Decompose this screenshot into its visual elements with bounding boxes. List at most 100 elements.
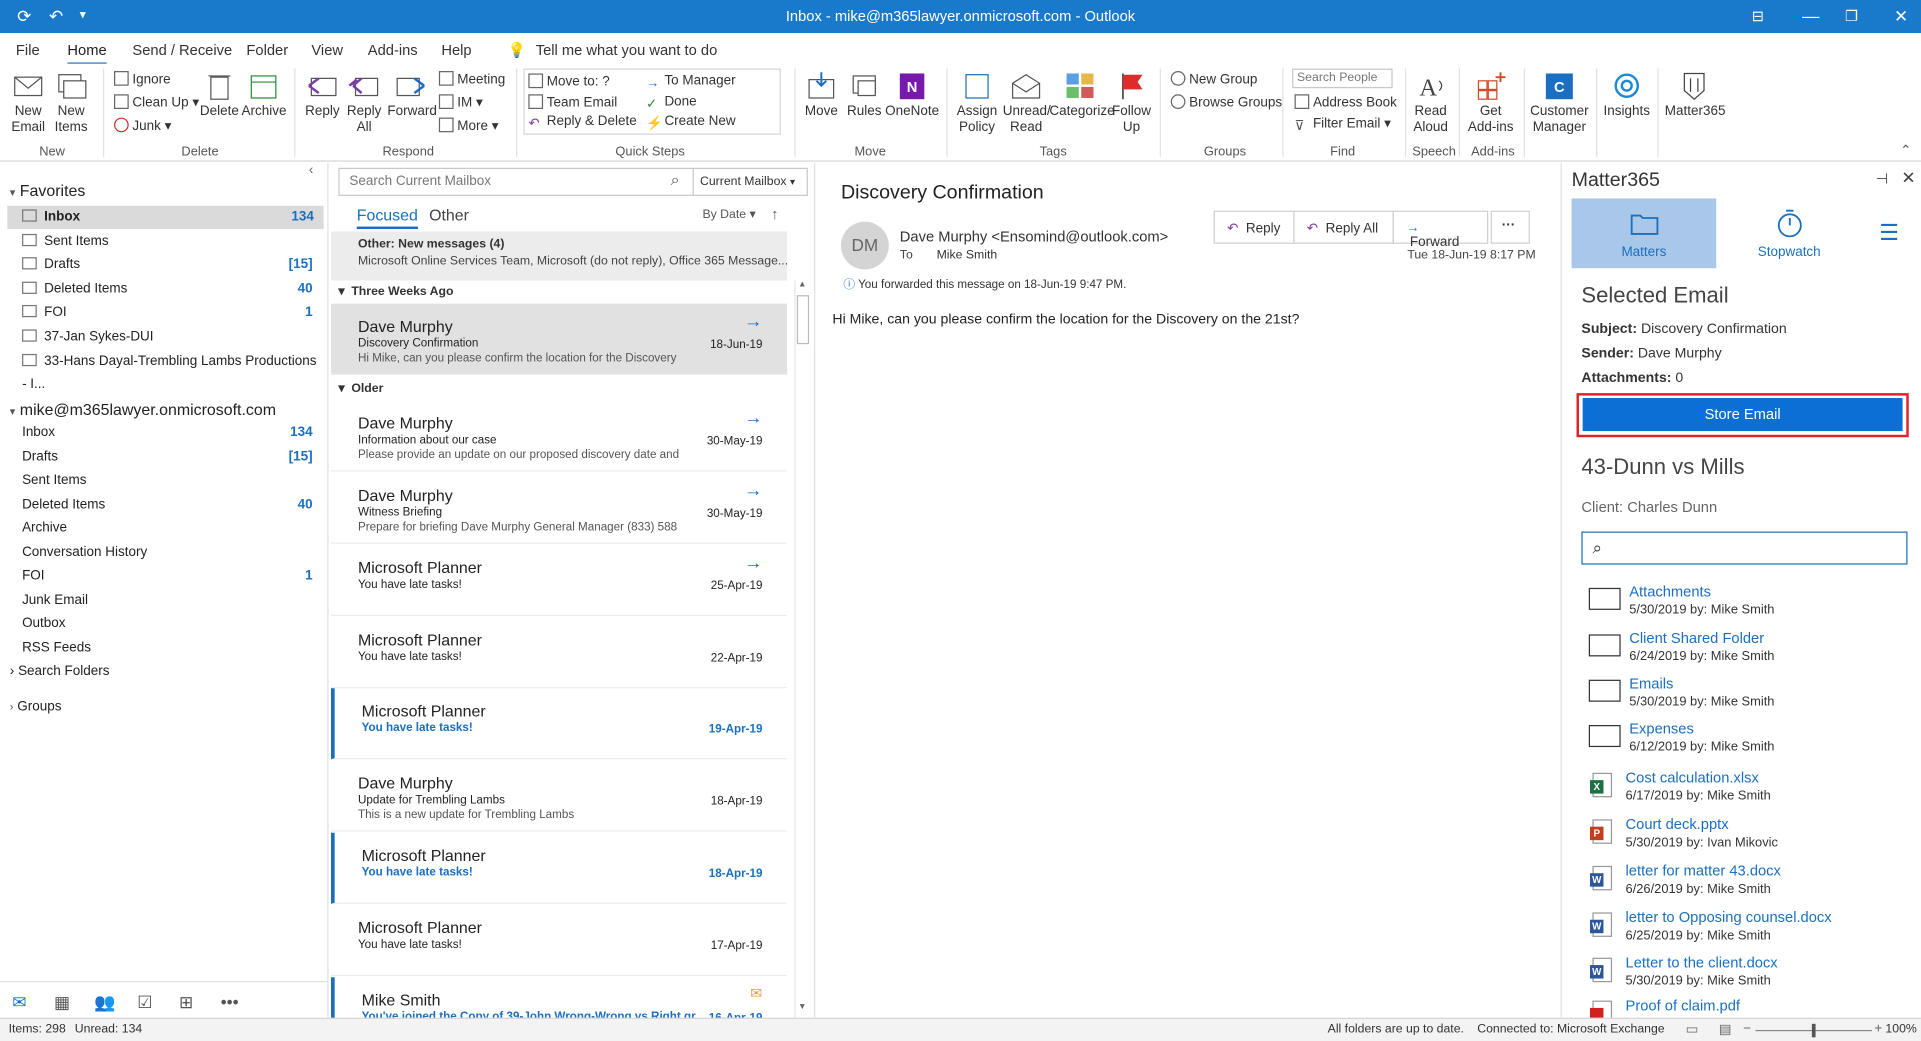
reply-all-button[interactable]: Reply All <box>346 71 383 136</box>
categorize-button[interactable]: Categorize <box>1049 71 1115 120</box>
favorite-item[interactable]: FOI 1 <box>22 302 322 325</box>
message-item[interactable]: Dave Murphy Discovery Confirmation Hi Mike… <box>330 303 788 375</box>
message-item[interactable]: Dave Murphy Update for Trembling Lambs Thi… <box>330 761 788 832</box>
folder-item[interactable]: Sent Items <box>22 469 322 492</box>
new-group-button[interactable]: New Group <box>1170 71 1257 88</box>
tab-addins[interactable]: Add-ins <box>368 42 418 59</box>
folder-item[interactable]: Conversation History <box>22 541 322 564</box>
folder-item[interactable]: Outbox <box>22 612 322 635</box>
favorite-item[interactable]: 33-Hans Dayal-Trembling Lambs Production… <box>22 350 322 391</box>
folder-item[interactable]: Archive <box>22 517 322 540</box>
other-notice[interactable]: Other: New messages (4) Microsoft Online… <box>330 231 788 281</box>
groups-header[interactable]: › Groups <box>10 699 62 714</box>
file-name[interactable]: Attachments <box>1629 583 1711 600</box>
favorite-item[interactable]: Drafts [15] <box>22 254 322 277</box>
tasks-icon[interactable]: ☑ <box>137 992 152 1013</box>
recipient[interactable]: Mike Smith <box>937 249 998 262</box>
group-header-three-weeks[interactable]: ▾ Three Weeks Ago <box>338 285 453 298</box>
folder-item[interactable]: FOI 1 <box>22 565 322 588</box>
ignore-button[interactable]: Ignore <box>114 71 171 88</box>
tab-focused[interactable]: Focused <box>356 206 418 230</box>
quick-step-create-new[interactable]: ⚡ Create New <box>646 114 736 131</box>
close-panel-icon[interactable]: ✕ <box>1901 168 1915 189</box>
new-email-button[interactable]: New Email <box>7 71 49 136</box>
sort-direction-icon[interactable]: ↑ <box>771 206 778 223</box>
tab-file[interactable]: File <box>16 42 40 59</box>
rules-button[interactable]: Rules <box>846 71 883 120</box>
quick-step-team-email[interactable]: Team Email <box>528 94 617 111</box>
sender-address[interactable]: Dave Murphy <Ensomind@outlook.com> <box>900 228 1168 245</box>
quick-step-to-manager[interactable]: → To Manager <box>646 73 736 90</box>
reply-all-button[interactable]: ↶ Reply All <box>1293 210 1394 244</box>
message-item[interactable]: Microsoft Planner You have late tasks! 17-… <box>330 905 788 977</box>
insights-button[interactable]: Insights <box>1601 71 1652 120</box>
file-name[interactable]: Expenses <box>1629 720 1694 737</box>
tab-folder[interactable]: Folder <box>246 42 288 59</box>
filter-email-button[interactable]: ⊽ Filter Email ▾ <box>1295 116 1391 133</box>
favorite-item[interactable]: Deleted Items 40 <box>22 278 322 301</box>
message-item[interactable]: Microsoft Planner You have late tasks! 25-… <box>330 545 788 617</box>
address-book-button[interactable]: Address Book <box>1294 94 1397 111</box>
file-name[interactable]: Emails <box>1629 675 1673 692</box>
onenote-button[interactable]: N OneNote <box>885 71 939 120</box>
matter365-button[interactable]: Matter365 <box>1665 71 1725 120</box>
forward-button[interactable]: Forward <box>387 71 437 120</box>
favorite-item[interactable]: 37-Jan Sykes-DUI <box>22 326 322 349</box>
tab-stopwatch[interactable]: Stopwatch <box>1716 198 1862 268</box>
folder-item[interactable]: Junk Email <box>22 588 322 611</box>
message-item[interactable]: Dave Murphy Information about our case Ple… <box>330 400 788 472</box>
group-header-older[interactable]: ▾ Older <box>338 382 383 395</box>
favorites-header[interactable]: ▾ Favorites <box>10 181 86 199</box>
favorite-item[interactable]: Sent Items <box>22 230 322 253</box>
pin-icon[interactable]: ⊣ <box>1876 170 1889 187</box>
tab-view[interactable]: View <box>311 42 343 59</box>
search-people-input[interactable]: Search People <box>1292 68 1393 89</box>
junk-button[interactable]: Junk ▾ <box>114 117 171 135</box>
collapse-ribbon-icon[interactable]: ⌃ <box>1900 142 1911 158</box>
zoom-in-icon[interactable]: + <box>1874 1021 1882 1036</box>
list-scrollbar[interactable]: ▲ ▼ <box>794 280 810 1018</box>
tab-send-receive[interactable]: Send / Receive <box>132 42 232 59</box>
folder-item[interactable]: Drafts [15] <box>22 445 322 468</box>
get-addins-button[interactable]: Get Add-ins <box>1466 71 1515 136</box>
maximize-icon[interactable]: ❐ <box>1845 5 1858 27</box>
more-actions-button[interactable]: ··· <box>1490 210 1530 244</box>
zoom-thumb[interactable] <box>1811 1023 1816 1038</box>
avatar[interactable]: DM <box>840 221 889 270</box>
file-name[interactable]: Proof of claim.pdf <box>1626 997 1740 1014</box>
reply-button[interactable]: Reply <box>304 71 341 120</box>
account-header[interactable]: ▾ mike@m365lawyer.onmicrosoft.com <box>10 400 276 418</box>
file-name[interactable]: letter for matter 43.docx <box>1626 862 1781 879</box>
file-name[interactable]: letter to Opposing counsel.docx <box>1626 909 1832 926</box>
delete-button[interactable]: Delete <box>200 71 239 120</box>
tab-home[interactable]: Home <box>67 42 107 65</box>
store-email-button[interactable]: Store Email <box>1582 398 1903 432</box>
folder-item[interactable]: Deleted Items 40 <box>22 493 322 516</box>
scroll-up-icon[interactable]: ▲ <box>798 280 807 289</box>
folder-item[interactable]: › Search Folders <box>10 660 310 683</box>
folder-item[interactable]: RSS Feeds <box>22 636 322 659</box>
assign-policy-button[interactable]: Assign Policy <box>954 71 1001 136</box>
matter-search-input[interactable]: ⌕ <box>1581 531 1908 565</box>
hamburger-menu-icon[interactable]: ☰ <box>1879 220 1899 246</box>
read-aloud-button[interactable]: A Read Aloud <box>1410 71 1452 136</box>
clean-up-button[interactable]: Clean Up ▾ <box>114 94 199 111</box>
mail-icon[interactable]: ✉ <box>12 992 26 1013</box>
move-button[interactable]: Move <box>803 71 840 120</box>
people-icon[interactable]: 👥 <box>94 992 115 1013</box>
calendar-icon[interactable]: ▦ <box>54 992 70 1013</box>
ribbon-display-icon[interactable]: ⊟ <box>1752 5 1764 27</box>
file-name[interactable]: Court deck.pptx <box>1626 816 1729 833</box>
search-scope-dropdown[interactable]: Current Mailbox ▾ <box>693 167 808 196</box>
more-respond-button[interactable]: More ▾ <box>438 117 499 135</box>
message-item[interactable]: Dave Murphy Witness Briefing Prepare for b… <box>330 473 788 544</box>
close-icon[interactable]: ✕ <box>1894 5 1908 27</box>
minimize-icon[interactable]: — <box>1802 5 1819 27</box>
message-item[interactable]: Microsoft Planner You have late tasks! 19-… <box>330 688 788 760</box>
scroll-down-icon[interactable]: ▼ <box>798 1003 807 1012</box>
addins-nav-icon[interactable]: ⊞ <box>179 992 193 1013</box>
quick-step-reply-delete[interactable]: ↶ Reply & Delete <box>528 114 636 131</box>
unread-read-button[interactable]: Unread/ Read <box>1003 71 1051 136</box>
search-icon[interactable]: ⌕ <box>671 170 680 190</box>
message-item[interactable]: Microsoft Planner You have late tasks! 22-… <box>330 617 788 689</box>
